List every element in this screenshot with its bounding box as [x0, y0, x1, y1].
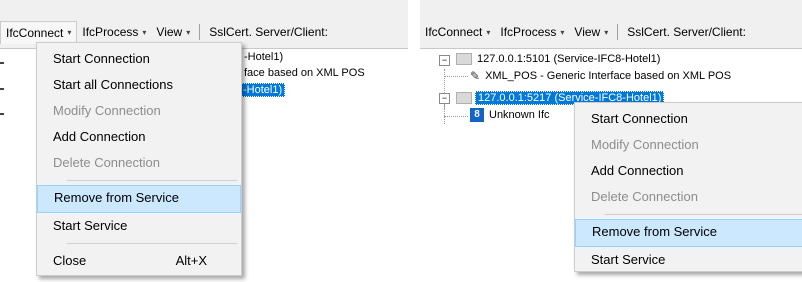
menu-item-label: Start Connection: [53, 51, 150, 66]
menu-item-label: Close: [53, 253, 87, 268]
unknown-interface-icon: 8: [470, 108, 484, 122]
chevron-down-icon: ▾: [604, 27, 609, 37]
server-icon: [456, 53, 472, 65]
tree-node-fragment[interactable]: -Hotel1): [242, 51, 285, 63]
menu-item-remove-from-service[interactable]: Remove from Service: [575, 219, 802, 247]
menu-item-remove-from-service[interactable]: Remove from Service: [37, 185, 241, 213]
menu-item-start-service[interactable]: Start Service: [575, 247, 802, 273]
menu-view-label: View: [156, 25, 183, 39]
menu-item-label: Start Service: [53, 218, 128, 233]
menu-ifcconnect[interactable]: IfcConnect ▾: [0, 20, 78, 44]
menu-item-label: Modify Connection: [53, 103, 161, 118]
menu-item-label: Start Connection: [591, 111, 688, 126]
chevron-down-icon: ▾: [67, 28, 72, 37]
menu-sslcert[interactable]: SslCert. Server/Client:: [622, 21, 751, 43]
menu-item-label: Add Connection: [53, 129, 146, 144]
chevron-down-icon: ▾: [486, 27, 491, 37]
menu-view[interactable]: View ▾: [569, 21, 613, 43]
menu-item-delete-connection[interactable]: Delete Connection: [37, 150, 241, 176]
menu-item-label: Add Connection: [591, 163, 684, 178]
tree-context-menu: Start Connection Modify Connection Add C…: [574, 102, 802, 272]
menu-separator: [67, 243, 237, 244]
menu-item-label: Remove from Service: [54, 190, 179, 205]
menu-item-label: Delete Connection: [591, 189, 698, 204]
tree-node-label: XML_POS - Generic Interface based on XML…: [485, 70, 732, 82]
menu-view-label: View: [574, 25, 601, 39]
tree-edge-mark: [0, 88, 4, 90]
menu-separator: [617, 24, 619, 40]
menu-view[interactable]: View ▾: [151, 21, 195, 43]
menu-item-modify-connection[interactable]: Modify Connection: [575, 132, 802, 158]
menu-item-close[interactable]: Close Alt+X: [37, 248, 241, 274]
menu-ifcprocess[interactable]: IfcProcess ▾: [77, 21, 151, 43]
collapse-toggle[interactable]: −: [439, 55, 450, 66]
menu-item-start-connection[interactable]: Start Connection: [37, 46, 241, 72]
tree-edge-mark: [0, 113, 4, 115]
menu-ifcconnect[interactable]: IfcConnect ▾: [420, 21, 495, 43]
menu-ifcprocess[interactable]: IfcProcess ▾: [495, 21, 569, 43]
menu-bar: IfcConnect ▾ IfcProcess ▾ View ▾ SslCert…: [0, 20, 408, 44]
menu-separator: [67, 180, 237, 181]
menu-item-add-connection[interactable]: Add Connection: [37, 124, 241, 150]
menu-bar: IfcConnect ▾ IfcProcess ▾ View ▾ SslCert…: [420, 20, 802, 44]
tree-node-fragment-selected[interactable]: -Hotel1): [240, 83, 286, 97]
tree-node-label: face based on XML POS: [244, 67, 365, 79]
server-icon: [456, 92, 472, 104]
tree-connector: [444, 116, 468, 117]
menu-item-delete-connection[interactable]: Delete Connection: [575, 184, 802, 210]
menu-ifcconnect-label: IfcConnect: [6, 25, 64, 40]
menu-separator: [199, 24, 201, 40]
tree-node-label: 127.0.0.1:5101 (Service-IFC8-Hotel1): [477, 53, 661, 65]
menu-sslcert-label: SslCert. Server/Client:: [627, 25, 746, 39]
menu-ifcprocess-label: IfcProcess: [82, 25, 139, 39]
tree-node-server[interactable]: 127.0.0.1:5101 (Service-IFC8-Hotel1): [456, 53, 662, 65]
menu-item-label: Start Service: [591, 252, 666, 267]
menu-ifcconnect-label: IfcConnect: [425, 25, 483, 39]
menu-item-start-connection[interactable]: Start Connection: [575, 106, 802, 132]
right-screenshot-panel: IfcConnect ▾ IfcProcess ▾ View ▾ SslCert…: [420, 0, 802, 282]
chevron-down-icon: ▾: [142, 27, 147, 37]
left-screenshot-panel: IfcConnect ▾ IfcProcess ▾ View ▾ SslCert…: [0, 0, 408, 282]
tree-connector: [444, 76, 468, 77]
tree-node-label: Unknown Ifc: [489, 109, 550, 121]
collapse-toggle[interactable]: −: [439, 93, 450, 104]
menu-separator: [605, 214, 802, 215]
ifcconnect-dropdown-menu: Start Connection Start all Connections M…: [36, 42, 242, 276]
menu-sslcert-label: SslCert. Server/Client:: [209, 25, 328, 39]
menu-item-start-service[interactable]: Start Service: [37, 213, 241, 239]
menu-item-label: Remove from Service: [592, 224, 717, 239]
tree-edge-mark: [0, 62, 4, 64]
menu-item-label: Delete Connection: [53, 155, 160, 170]
menu-item-add-connection[interactable]: Add Connection: [575, 158, 802, 184]
plug-icon: ✎: [470, 69, 481, 83]
menu-item-label: Modify Connection: [591, 137, 699, 152]
menu-sslcert[interactable]: SslCert. Server/Client:: [204, 21, 333, 43]
tree-node-label: -Hotel1): [244, 51, 284, 63]
tree-node-unknown-interface[interactable]: 8 Unknown Ifc: [470, 108, 552, 122]
tree-node-label: -Hotel1): [240, 83, 286, 97]
menu-item-shortcut: Alt+X: [175, 253, 207, 268]
menu-item-start-all-connections[interactable]: Start all Connections: [37, 72, 241, 98]
menu-ifcprocess-label: IfcProcess: [500, 25, 557, 39]
chevron-down-icon: ▾: [186, 27, 191, 37]
tree-node-fragment[interactable]: face based on XML POS: [242, 67, 367, 79]
chevron-down-icon: ▾: [560, 27, 565, 37]
tree-node-interface[interactable]: ✎ XML_POS - Generic Interface based on X…: [470, 69, 733, 83]
menu-item-label: Start all Connections: [53, 77, 173, 92]
tree-connector: [444, 103, 445, 124]
menu-item-modify-connection[interactable]: Modify Connection: [37, 98, 241, 124]
